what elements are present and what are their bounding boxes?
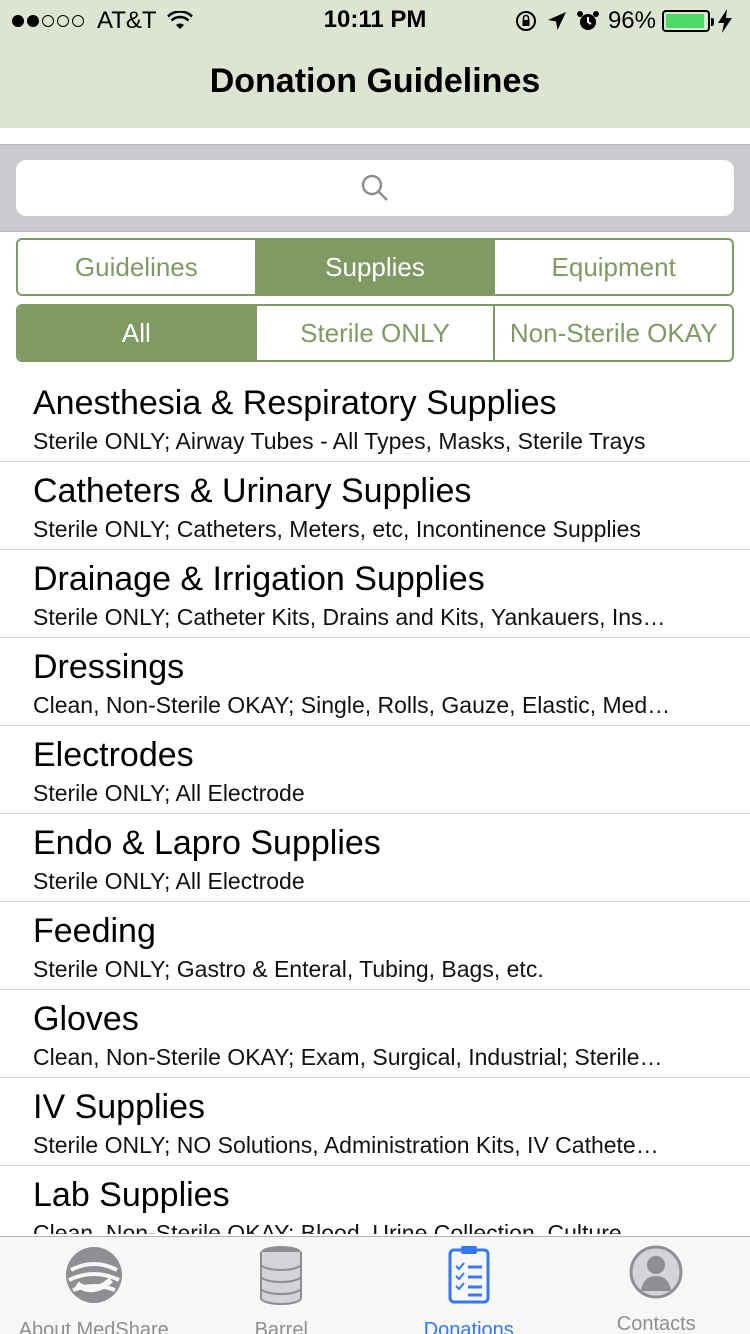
search-icon (361, 174, 388, 201)
tab-guidelines[interactable]: Guidelines (18, 240, 257, 294)
search-input[interactable] (16, 160, 734, 216)
item-subtitle: Sterile ONLY; Catheter Kits, Drains and … (33, 604, 666, 630)
charging-bolt-icon (718, 9, 732, 33)
filter-non-sterile-okay[interactable]: Non-Sterile OKAY (495, 306, 732, 360)
globe-hand-icon (65, 1247, 122, 1303)
tab-label: About MedShare (18, 1319, 169, 1334)
battery-icon (662, 10, 714, 32)
item-subtitle: Sterile ONLY; Gastro & Enteral, Tubing, … (33, 956, 544, 982)
list-item[interactable]: Catheters & Urinary Supplies Sterile ONL… (0, 462, 750, 550)
item-title: Catheters & Urinary Supplies (33, 472, 472, 510)
alarm-icon (576, 11, 599, 30)
item-title: Dressings (33, 648, 185, 686)
item-subtitle: Sterile ONLY; NO Solutions, Administrati… (33, 1132, 659, 1158)
filter-sterile-only[interactable]: Sterile ONLY (257, 306, 496, 360)
list-item[interactable]: Drainage & Irrigation Supplies Sterile O… (0, 550, 750, 638)
search-bar (0, 144, 750, 232)
item-subtitle: Sterile ONLY; Airway Tubes - All Types, … (33, 428, 646, 454)
item-title: Anesthesia & Respiratory Supplies (33, 384, 557, 422)
clipboard-list-icon (448, 1246, 490, 1304)
item-subtitle: Clean, Non-Sterile OKAY; Exam, Surgical,… (33, 1044, 663, 1070)
tab-donations[interactable]: Donations (375, 1237, 563, 1334)
tab-label: Barrel (254, 1319, 308, 1334)
list-item[interactable]: Endo & Lapro Supplies Sterile ONLY; All … (0, 814, 750, 902)
list-item[interactable]: IV Supplies Sterile ONLY; NO Solutions, … (0, 1078, 750, 1166)
location-icon (547, 12, 566, 30)
tab-equipment[interactable]: Equipment (495, 240, 732, 294)
filter-all[interactable]: All (18, 306, 257, 360)
item-subtitle: Sterile ONLY; All Electrode (33, 780, 305, 806)
item-title: Feeding (33, 912, 156, 950)
item-title: Drainage & Irrigation Supplies (33, 560, 485, 598)
item-subtitle: Clean, Non-Sterile OKAY; Single, Rolls, … (33, 692, 671, 718)
filter-segmented-control: All Sterile ONLY Non-Sterile OKAY (16, 304, 734, 362)
status-right: 96% (514, 7, 740, 35)
tab-about-medshare[interactable]: About MedShare (0, 1237, 188, 1334)
tab-barrel[interactable]: Barrel (188, 1237, 376, 1334)
list-item[interactable]: Lab Supplies Clean, Non-Sterile OKAY; Bl… (0, 1166, 750, 1234)
barrel-icon (260, 1246, 303, 1305)
person-icon (629, 1245, 683, 1299)
category-segmented-control: Guidelines Supplies Equipment (16, 238, 734, 296)
rotation-lock-icon (515, 11, 536, 31)
item-subtitle: Sterile ONLY; All Electrode (33, 868, 305, 894)
navigation-bar: AT&T 10:11 PM 96% Donation Guidelines (0, 0, 750, 128)
tab-label: Donations (423, 1319, 514, 1334)
item-subtitle: Clean, Non-Sterile OKAY; Blood, Urine Co… (33, 1220, 645, 1234)
item-title: IV Supplies (33, 1088, 205, 1126)
tab-bar: About MedShare Barrel Donations Contacts (0, 1236, 750, 1334)
list-item[interactable]: Gloves Clean, Non-Sterile OKAY; Exam, Su… (0, 990, 750, 1078)
item-subtitle: Sterile ONLY; Catheters, Meters, etc, In… (33, 516, 641, 542)
page-title: Donation Guidelines (209, 62, 541, 100)
item-title: Gloves (33, 1000, 139, 1038)
list-item[interactable]: Dressings Clean, Non-Sterile OKAY; Singl… (0, 638, 750, 726)
supplies-list: Anesthesia & Respiratory Supplies Steril… (0, 374, 750, 1234)
list-item[interactable]: Feeding Sterile ONLY; Gastro & Enteral, … (0, 902, 750, 990)
battery-percentage: 96% (607, 7, 656, 34)
list-item[interactable]: Electrodes Sterile ONLY; All Electrode (0, 726, 750, 814)
item-title: Electrodes (33, 736, 194, 774)
status-bar: AT&T 10:11 PM 96% (0, 0, 750, 40)
tab-label: Contacts (616, 1313, 696, 1334)
tab-contacts[interactable]: Contacts (563, 1237, 750, 1334)
list-item[interactable]: Anesthesia & Respiratory Supplies Steril… (0, 374, 750, 462)
tab-supplies[interactable]: Supplies (256, 240, 496, 294)
item-title: Endo & Lapro Supplies (33, 824, 381, 862)
item-title: Lab Supplies (33, 1176, 230, 1214)
